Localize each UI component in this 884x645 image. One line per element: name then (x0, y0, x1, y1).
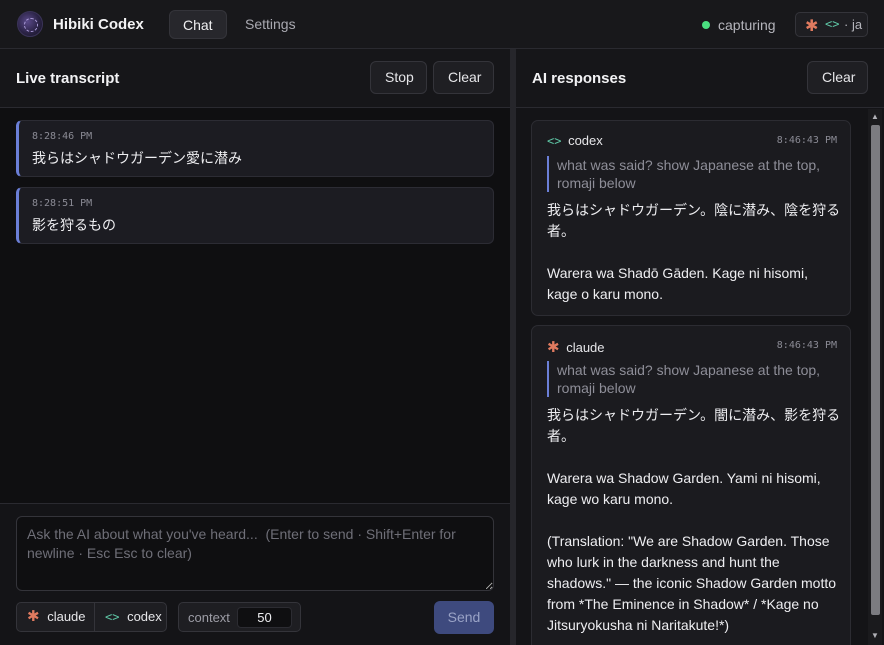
send-button[interactable]: Send (434, 601, 494, 634)
asterisk-icon: ✱ (27, 608, 40, 625)
transcript-panel: Live transcript Stop Clear 8:28:46 PM 我ら… (0, 49, 510, 645)
responses-title: AI responses (532, 70, 627, 87)
asterisk-icon: ✱ (805, 18, 819, 35)
response-time: 8:46:43 PM (776, 135, 837, 146)
transcript-header: Live transcript Stop Clear (0, 49, 510, 108)
response-provider-label: codex (568, 133, 603, 148)
transcript-entry-text: 我らはシャドウガーデン愛に潜み (32, 150, 242, 166)
language-label: · ja (844, 17, 863, 32)
response-provider-label: claude (566, 340, 605, 355)
provider-option-codex[interactable]: <> codex (105, 603, 162, 631)
transcript-entry-time: 8:28:46 PM (32, 131, 93, 142)
transcript-entry: 8:28:51 PM 影を狩るもの (16, 187, 494, 244)
response-body: 我らはシャドウガーデン。闇に潜み、影を狩る者。 Warera wa Shadow… (547, 407, 841, 633)
transcript-entry-time: 8:28:51 PM (32, 198, 93, 209)
asterisk-icon: ✱ (547, 339, 560, 356)
response-question: what was said? show Japanese at the top,… (547, 361, 837, 397)
app-logo-icon (17, 11, 43, 37)
clear-transcript-button[interactable]: Clear (433, 61, 494, 94)
tab-settings[interactable]: Settings (232, 10, 309, 39)
code-brackets-icon: <> (547, 134, 562, 148)
composer: ✱ claude <> codex context Send (0, 503, 510, 645)
response-time: 8:46:43 PM (776, 340, 837, 351)
responses-header: AI responses Clear (516, 49, 884, 108)
responses-list: <> codex 8:46:43 PM what was said? show … (516, 109, 884, 645)
response-card: <> codex 8:46:43 PM what was said? show … (531, 120, 851, 316)
scrollbar-thumb[interactable] (871, 125, 880, 615)
provider-selector: ✱ claude <> codex (16, 602, 167, 632)
status-dot-icon (702, 21, 710, 29)
code-brackets-icon: <> (105, 610, 120, 624)
tab-chat[interactable]: Chat (169, 10, 227, 39)
clear-responses-button[interactable]: Clear (807, 61, 868, 94)
stop-button[interactable]: Stop (370, 61, 427, 94)
responses-panel: AI responses Clear <> codex 8:46:43 PM w… (516, 49, 884, 645)
response-body: 我らはシャドウガーデン。陰に潜み、陰を狩る者。 Warera wa Shadō … (547, 202, 841, 302)
code-brackets-icon: <> (825, 17, 840, 31)
provider-label: codex (127, 609, 162, 624)
responses-scrollbar[interactable]: ▲ ▼ (868, 109, 882, 645)
context-input[interactable] (237, 607, 292, 628)
status-text: capturing (718, 17, 776, 33)
context-control: context (178, 602, 301, 632)
provider-divider (94, 603, 95, 631)
transcript-entry: 8:28:46 PM 我らはシャドウガーデン愛に潜み (16, 120, 494, 177)
response-question: what was said? show Japanese at the top,… (547, 156, 837, 192)
provider-language-pill[interactable]: ✱ <> · ja (795, 12, 868, 37)
ask-ai-input[interactable] (16, 516, 494, 591)
response-provider: ✱ claude (547, 338, 605, 356)
scroll-up-icon[interactable]: ▲ (870, 112, 880, 122)
response-card: ✱ claude 8:46:43 PM what was said? show … (531, 325, 851, 645)
provider-label: claude (47, 609, 86, 624)
context-label: context (188, 610, 230, 625)
transcript-entry-text: 影を狩るもの (32, 217, 116, 233)
transcript-title: Live transcript (16, 70, 120, 87)
app-name: Hibiki Codex (53, 16, 144, 33)
response-provider: <> codex (547, 133, 603, 148)
top-bar: Hibiki Codex Chat Settings capturing ✱ <… (0, 0, 884, 49)
scroll-down-icon[interactable]: ▼ (870, 631, 880, 641)
provider-option-claude[interactable]: ✱ claude (27, 603, 86, 631)
